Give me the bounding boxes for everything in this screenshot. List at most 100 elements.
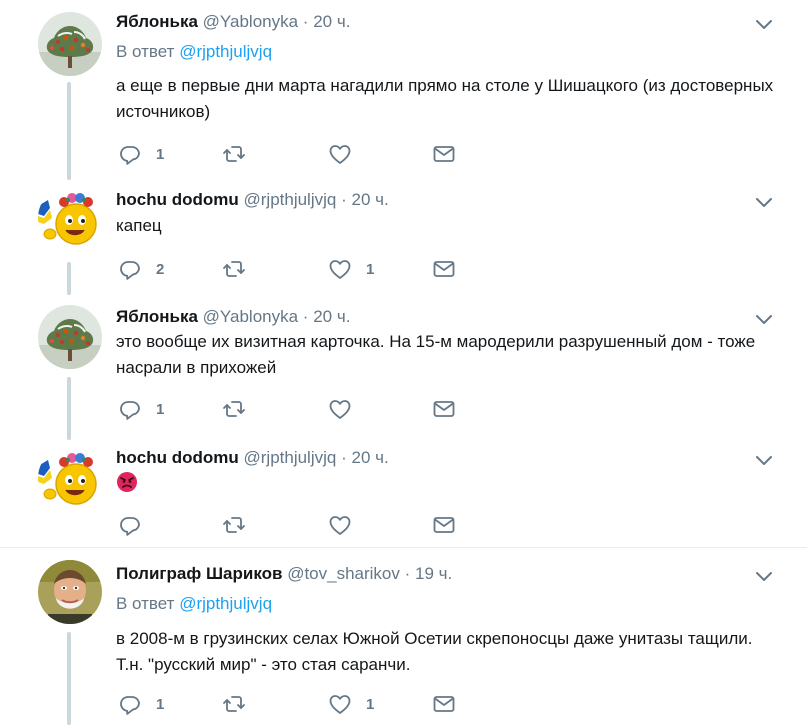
tweet-time[interactable]: 19 ч. xyxy=(415,564,452,583)
tweet-header: hochu dodomu @rjpthjuljvjq · 20 ч. xyxy=(116,448,389,468)
message-button[interactable] xyxy=(432,141,456,167)
tweet-2[interactable]: hochu dodomu @rjpthjuljvjq · 20 ч. капец… xyxy=(0,180,807,295)
tweet-time[interactable]: 20 ч. xyxy=(313,307,350,326)
like-icon xyxy=(328,397,352,421)
reply-to-mention[interactable]: @rjpthjuljvjq xyxy=(179,594,272,613)
reply-button[interactable] xyxy=(118,512,156,538)
reply-count: 1 xyxy=(156,695,165,713)
tweet-5[interactable]: Полиграф Шариков @tov_sharikov · 19 ч. В… xyxy=(0,548,807,725)
thread-line xyxy=(67,262,71,295)
caret-down-icon[interactable] xyxy=(752,12,776,36)
like-button[interactable] xyxy=(328,141,366,167)
tweet-header: Полиграф Шариков @tov_sharikov · 19 ч. xyxy=(116,564,452,584)
like-button[interactable] xyxy=(328,396,366,422)
message-button[interactable] xyxy=(432,512,456,538)
tweet-actions: 1 xyxy=(116,141,516,167)
author-name[interactable]: hochu dodomu xyxy=(116,448,239,467)
retweet-button[interactable] xyxy=(221,141,247,167)
message-icon xyxy=(432,692,456,716)
retweet-button[interactable] xyxy=(221,396,247,422)
reply-count: 1 xyxy=(156,145,165,163)
avatar[interactable] xyxy=(38,186,102,250)
like-icon xyxy=(328,513,352,537)
like-button[interactable]: 1 xyxy=(328,691,374,717)
tweet-text: это вообще их визитная карточка. На 15-м… xyxy=(116,332,756,377)
reply-icon xyxy=(118,257,142,281)
author-name[interactable]: hochu dodomu xyxy=(116,190,239,209)
author-name[interactable]: Полиграф Шариков xyxy=(116,564,282,583)
tweet-header: Яблонька @Yablonyka · 20 ч. xyxy=(116,307,350,327)
thread-line xyxy=(67,632,71,725)
author-handle[interactable]: @Yablonyka xyxy=(203,307,298,326)
author-name[interactable]: Яблонька xyxy=(116,307,198,326)
reply-to: В ответ @rjpthjuljvjq xyxy=(116,42,272,62)
reply-icon xyxy=(118,513,142,537)
author-handle[interactable]: @Yablonyka xyxy=(203,12,298,31)
like-button[interactable] xyxy=(328,512,366,538)
tweet-header: hochu dodomu @rjpthjuljvjq · 20 ч. xyxy=(116,190,389,210)
message-button[interactable] xyxy=(432,256,456,282)
tweet-text: в 2008-м в грузинских селах Южной Осетии… xyxy=(116,629,753,674)
reply-to: В ответ @rjpthjuljvjq xyxy=(116,594,272,614)
like-button[interactable]: 1 xyxy=(328,256,374,282)
dot-separator: · xyxy=(302,12,309,31)
like-icon xyxy=(328,142,352,166)
author-handle[interactable]: @rjpthjuljvjq xyxy=(244,190,337,209)
reply-button[interactable]: 1 xyxy=(118,141,164,167)
tweet-actions: 1 1 xyxy=(116,691,516,717)
retweet-icon xyxy=(221,257,247,281)
like-icon xyxy=(328,692,352,716)
tweet-4[interactable]: hochu dodomu @rjpthjuljvjq · 20 ч. xyxy=(0,440,807,545)
tweet-time[interactable]: 20 ч. xyxy=(352,190,389,209)
retweet-button[interactable] xyxy=(221,691,247,717)
reply-icon xyxy=(118,397,142,421)
message-button[interactable] xyxy=(432,691,456,717)
message-icon xyxy=(432,257,456,281)
reply-to-mention[interactable]: @rjpthjuljvjq xyxy=(179,42,272,61)
avatar[interactable] xyxy=(38,560,102,624)
like-count: 1 xyxy=(366,260,375,278)
reply-count: 2 xyxy=(156,260,165,278)
retweet-icon xyxy=(221,692,247,716)
retweet-button[interactable] xyxy=(221,256,247,282)
tweet-text: капец xyxy=(116,216,162,235)
tweet-actions: 1 xyxy=(116,396,516,422)
author-name[interactable]: Яблонька xyxy=(116,12,198,31)
caret-down-icon[interactable] xyxy=(752,564,776,588)
message-button[interactable] xyxy=(432,396,456,422)
caret-down-icon[interactable] xyxy=(752,307,776,331)
like-count: 1 xyxy=(366,695,375,713)
caret-down-icon[interactable] xyxy=(752,190,776,214)
reply-button[interactable]: 1 xyxy=(118,691,164,717)
tweet-time[interactable]: 20 ч. xyxy=(313,12,350,31)
avatar[interactable] xyxy=(38,305,102,369)
retweet-icon xyxy=(221,142,247,166)
message-icon xyxy=(432,142,456,166)
retweet-icon xyxy=(221,397,247,421)
tweet-text: а еще в первые дни марта нагадили прямо … xyxy=(116,76,774,121)
reply-to-prefix: В ответ xyxy=(116,594,175,613)
reply-button[interactable]: 2 xyxy=(118,256,164,282)
reply-icon xyxy=(118,692,142,716)
angry-face-icon xyxy=(117,471,137,492)
tweet-1[interactable]: Яблонька @Yablonyka · 20 ч. В ответ @rjp… xyxy=(0,0,807,180)
retweet-button[interactable] xyxy=(221,512,247,538)
tweet-3[interactable]: Яблонька @Yablonyka · 20 ч. это вообще и… xyxy=(0,295,807,440)
avatar[interactable] xyxy=(38,12,102,76)
dot-separator: · xyxy=(341,448,347,467)
reply-count: 1 xyxy=(156,400,165,418)
tweet-actions xyxy=(116,512,516,538)
dot-separator: · xyxy=(302,307,309,326)
author-handle[interactable]: @rjpthjuljvjq xyxy=(244,448,337,467)
tweet-time[interactable]: 20 ч. xyxy=(352,448,389,467)
author-handle[interactable]: @tov_sharikov xyxy=(287,564,400,583)
retweet-icon xyxy=(221,513,247,537)
message-icon xyxy=(432,397,456,421)
reply-to-prefix: В ответ xyxy=(116,42,175,61)
reply-button[interactable]: 1 xyxy=(118,396,164,422)
tweet-text xyxy=(116,468,776,494)
tweet-actions: 2 1 xyxy=(116,256,516,282)
thread-line xyxy=(67,82,71,180)
avatar[interactable] xyxy=(38,446,102,510)
dot-separator: · xyxy=(404,564,411,583)
